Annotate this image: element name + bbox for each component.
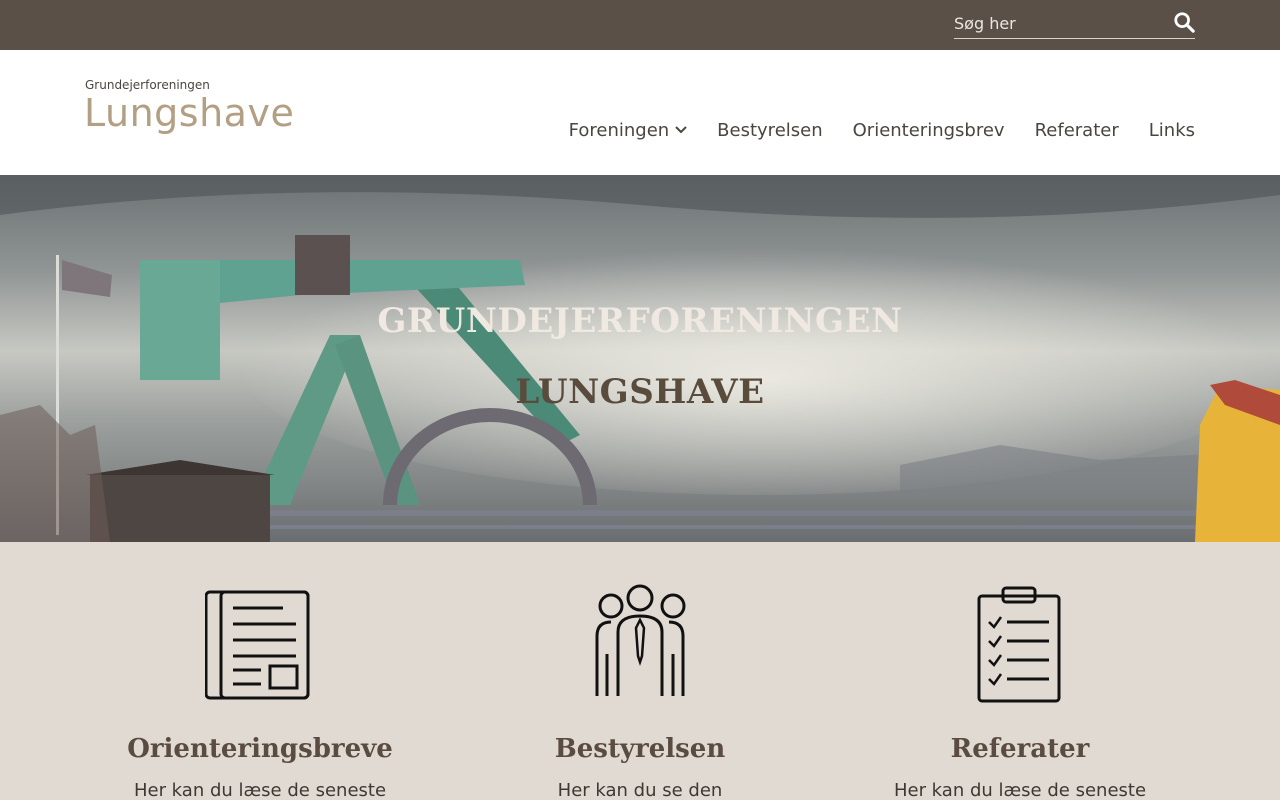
search-box (954, 8, 1195, 39)
hero-title-line2: LUNGSHAVE (515, 372, 765, 412)
logo-subtitle: Grundejerforeningen (85, 78, 210, 92)
logo-title: Lungshave (84, 91, 295, 135)
chevron-down-icon (675, 126, 687, 134)
search-input[interactable] (954, 10, 1164, 36)
newspaper-icon (205, 590, 310, 700)
feature-title: Bestyrelsen (554, 734, 726, 764)
feature-text: Her kan du se den (557, 780, 723, 801)
site-logo[interactable]: Grundejerforeningen Lungshave (84, 77, 294, 147)
nav-item-bestyrelsen[interactable]: Bestyrelsen (717, 119, 822, 141)
clipboard-checklist-icon (977, 586, 1061, 703)
feature-title: Referater (950, 734, 1090, 764)
top-bar (0, 0, 1280, 50)
people-icon (595, 584, 686, 696)
feature-text: Her kan du læse de seneste (133, 780, 387, 801)
harbor-crane-photo (0, 175, 1280, 542)
nav-item-orienteringsbrev[interactable]: Orienteringsbrev (853, 119, 1005, 141)
features-section: Orienteringsbreve Her kan du læse de sen… (0, 542, 1280, 801)
feature-title: Orienteringsbreve (127, 734, 393, 764)
site-header: Grundejerforeningen Lungshave Foreningen… (0, 50, 1280, 175)
hero-banner: GRUNDEJERFORENINGEN LUNGSHAVE (0, 175, 1280, 542)
nav-item-referater[interactable]: Referater (1035, 119, 1119, 141)
nav-item-label: Foreningen (568, 119, 670, 141)
nav-item-links[interactable]: Links (1149, 119, 1195, 141)
main-nav: Foreningen Bestyrelsen Orienteringsbrev … (569, 119, 1195, 141)
feature-text: Her kan du læse de seneste (893, 780, 1147, 801)
nav-item-foreningen[interactable]: Foreningen (569, 119, 688, 141)
hero-title-line1: GRUNDEJERFORENINGEN (377, 301, 903, 341)
search-icon[interactable] (1173, 11, 1195, 33)
